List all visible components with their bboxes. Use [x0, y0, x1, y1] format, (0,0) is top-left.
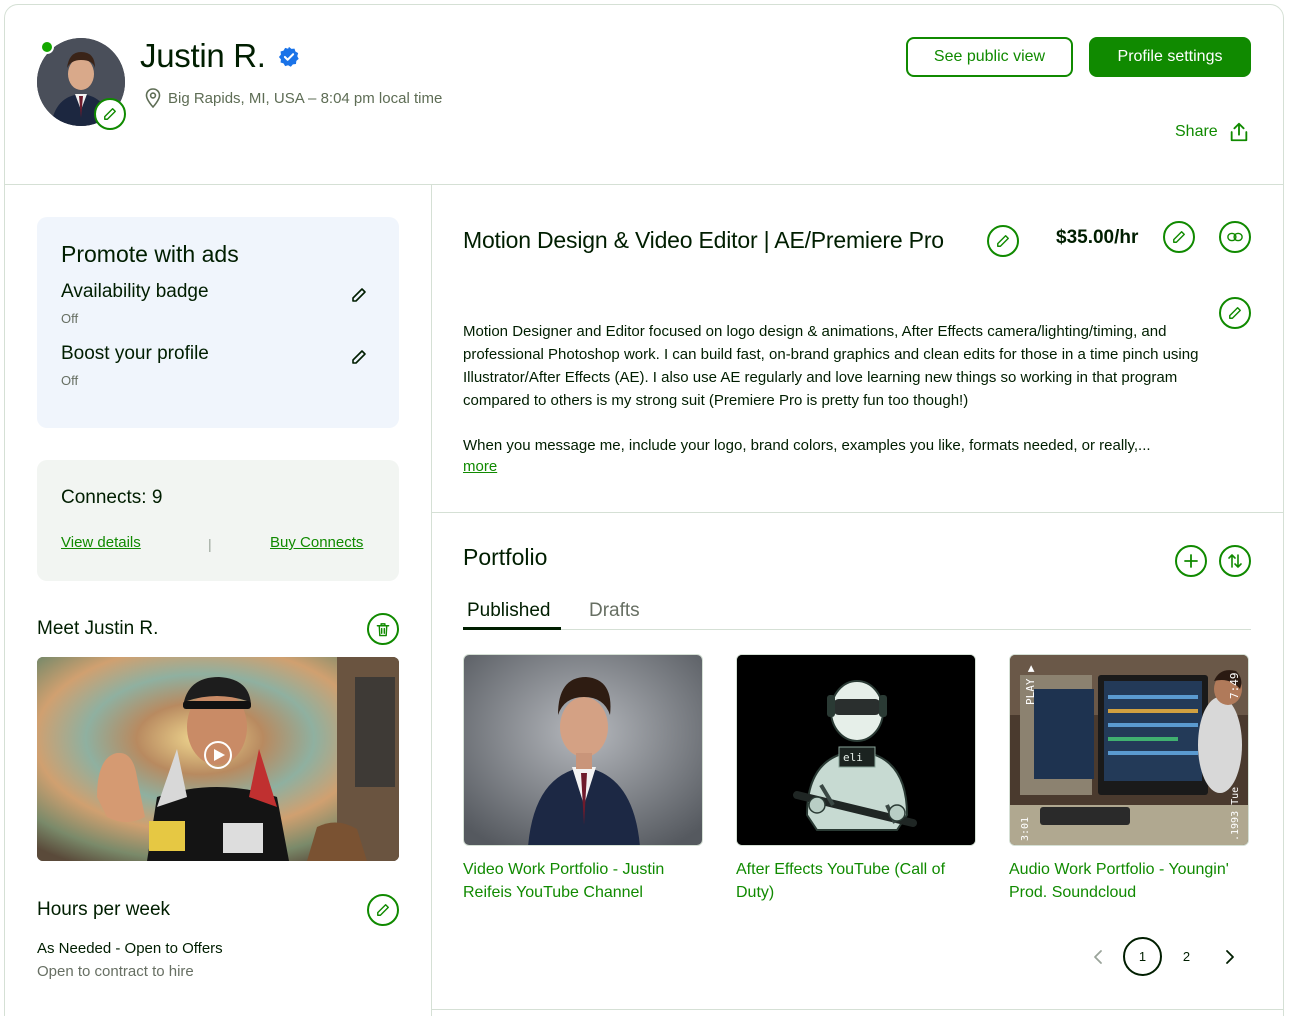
share-button[interactable]: Share	[1175, 121, 1250, 143]
availability-badge-label: Availability badge	[61, 281, 209, 302]
portfolio-item-title[interactable]: Video Work Portfolio - Justin Reifeis Yo…	[463, 858, 703, 904]
connects-count: Connects: 9	[61, 487, 163, 508]
active-tab-indicator	[463, 627, 561, 630]
promote-with-ads-panel: Promote with ads Availability badge Off …	[37, 217, 399, 428]
pencil-icon[interactable]	[351, 287, 367, 303]
profile-name: Justin R.	[140, 37, 266, 74]
link-icon	[1227, 232, 1243, 242]
page-1-button[interactable]: 1	[1123, 937, 1162, 976]
view-details-link[interactable]: View details	[61, 534, 141, 551]
contract-to-hire: Open to contract to hire	[37, 963, 194, 980]
svg-text:PLAY ▶: PLAY ▶	[1024, 665, 1037, 705]
portfolio-thumbnail[interactable]	[463, 654, 703, 846]
location-text: Big Rapids, MI, USA – 8:04 pm local time	[168, 89, 443, 107]
hours-value: As Needed - Open to Offers	[37, 940, 223, 957]
page-2-button[interactable]: 2	[1167, 937, 1206, 976]
connects-panel: Connects: 9 View details | Buy Connects	[37, 460, 399, 581]
tab-drafts[interactable]: Drafts	[589, 600, 640, 622]
edit-description-button[interactable]	[1219, 297, 1251, 329]
pencil-icon	[997, 235, 1009, 247]
profile-settings-button[interactable]: Profile settings	[1089, 37, 1251, 77]
edit-avatar-button[interactable]	[94, 98, 126, 130]
header-divider	[5, 184, 1283, 185]
pencil-icon	[104, 108, 116, 120]
column-divider	[431, 185, 432, 1016]
description-paragraph: When you message me, include your logo, …	[463, 437, 1151, 454]
reorder-portfolio-button[interactable]	[1219, 545, 1251, 577]
edit-rate-button[interactable]	[1163, 221, 1195, 253]
svg-text:7:49: 7:49	[1228, 673, 1241, 700]
next-page-button[interactable]	[1218, 937, 1242, 976]
tabs-baseline	[463, 629, 1251, 630]
intro-video-thumbnail[interactable]	[37, 657, 399, 861]
description-paragraph: Motion Designer and Editor focused on lo…	[463, 323, 1199, 409]
profile-title: Motion Design & Video Editor | AE/Premie…	[463, 227, 944, 253]
portfolio-thumbnail[interactable]: PLAY ▶ 7:49 .1993 Tue 3:01	[1009, 654, 1249, 846]
link-separator: |	[208, 536, 212, 552]
location-line: Big Rapids, MI, USA – 8:04 pm local time	[145, 88, 442, 108]
pencil-icon	[377, 904, 389, 916]
add-portfolio-button[interactable]	[1175, 545, 1207, 577]
copy-link-button[interactable]	[1219, 221, 1251, 253]
hourly-rate: $35.00/hr	[1056, 227, 1139, 248]
pencil-icon	[1229, 307, 1241, 319]
online-status-dot	[40, 40, 54, 54]
availability-badge-status: Off	[61, 311, 79, 326]
plus-icon	[1184, 554, 1198, 568]
hours-per-week-title: Hours per week	[37, 899, 171, 920]
share-label: Share	[1175, 123, 1218, 140]
portfolio-item-title[interactable]: After Effects YouTube (Call of Duty)	[736, 858, 976, 904]
svg-text:.1993 Tue: .1993 Tue	[1230, 787, 1241, 841]
section-divider	[432, 1009, 1283, 1010]
pencil-icon	[1173, 231, 1185, 243]
sort-icon	[1228, 554, 1242, 568]
boost-profile-status: Off	[61, 373, 79, 388]
intro-video-title: Meet Justin R.	[37, 618, 159, 639]
share-icon	[1230, 122, 1247, 142]
portfolio-thumbnail[interactable]: eli	[736, 654, 976, 846]
profile-description: Motion Designer and Editor focused on lo…	[463, 320, 1223, 457]
chevron-left-icon	[1094, 949, 1102, 964]
edit-title-button[interactable]	[987, 225, 1019, 257]
buy-connects-link[interactable]: Buy Connects	[270, 534, 363, 551]
boost-profile-label: Boost your profile	[61, 343, 209, 364]
more-link[interactable]: more	[463, 458, 497, 475]
promote-title: Promote with ads	[61, 241, 239, 267]
pencil-icon[interactable]	[351, 349, 367, 365]
trash-icon	[376, 622, 390, 636]
section-divider	[432, 512, 1283, 513]
verified-badge-icon	[278, 46, 299, 67]
tab-published[interactable]: Published	[467, 600, 550, 622]
previous-page-button[interactable]	[1086, 937, 1110, 976]
portfolio-item-title[interactable]: Audio Work Portfolio - Youngin' Prod. So…	[1009, 858, 1249, 904]
location-pin-icon	[145, 88, 161, 108]
svg-text:eli: eli	[843, 751, 863, 764]
portfolio-title: Portfolio	[463, 544, 548, 570]
edit-hours-button[interactable]	[367, 894, 399, 926]
chevron-right-icon	[1226, 949, 1234, 964]
see-public-view-button[interactable]: See public view	[906, 37, 1073, 77]
delete-video-button[interactable]	[367, 613, 399, 645]
svg-text:3:01: 3:01	[1020, 817, 1031, 841]
